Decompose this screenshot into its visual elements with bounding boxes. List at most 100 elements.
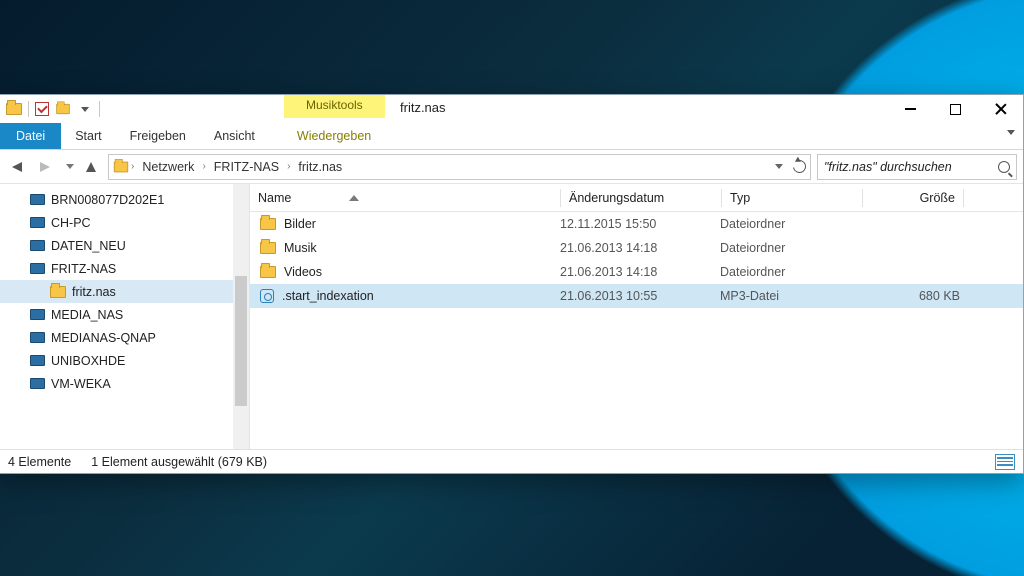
window-title: fritz.nas: [400, 100, 446, 115]
column-header-name-label: Name: [258, 191, 291, 205]
ribbon-tab-start[interactable]: Start: [61, 123, 115, 149]
tree-item[interactable]: MEDIANAS-QNAP: [0, 326, 249, 349]
status-selection-info: 1 Element ausgewählt (679 KB): [91, 455, 267, 469]
new-folder-icon[interactable]: [56, 104, 70, 114]
file-name: .start_indexation: [282, 289, 374, 303]
address-bar[interactable]: › Netzwerk › FRITZ-NAS › fritz.nas: [108, 154, 811, 180]
tree-item[interactable]: VM-WEKA: [0, 372, 249, 395]
navigation-pane[interactable]: BRN008077D202E1 CH-PC DATEN_NEU FRITZ-NAS fr…: [0, 184, 250, 449]
tree-item[interactable]: MEDIA_NAS: [0, 303, 249, 326]
history-dropdown-icon[interactable]: [66, 164, 74, 169]
breadcrumb[interactable]: fritz.nas: [292, 160, 348, 174]
navigation-bar: › Netzwerk › FRITZ-NAS › fritz.nas "frit…: [0, 150, 1023, 184]
sort-ascending-icon: [349, 195, 359, 201]
close-button[interactable]: [978, 95, 1023, 123]
chevron-right-icon[interactable]: ›: [287, 161, 290, 172]
ribbon: Datei Start Freigeben Ansicht Wiedergebe…: [0, 123, 1023, 150]
ribbon-tab-ansicht[interactable]: Ansicht: [200, 123, 269, 149]
tree-item[interactable]: fritz.nas: [0, 280, 249, 303]
refresh-icon[interactable]: [790, 157, 808, 175]
breadcrumb[interactable]: FRITZ-NAS: [208, 160, 285, 174]
window-controls: [888, 95, 1023, 123]
file-type: Dateiordner: [720, 241, 860, 255]
explorer-body: BRN008077D202E1 CH-PC DATEN_NEU FRITZ-NAS fr…: [0, 184, 1023, 449]
forward-button[interactable]: [34, 156, 56, 178]
file-date: 12.11.2015 15:50: [560, 217, 720, 231]
folder-icon: [260, 242, 276, 254]
explorer-window: Musiktools fritz.nas Datei Start Freigeb…: [0, 94, 1024, 474]
chevron-right-icon[interactable]: ›: [131, 161, 134, 172]
computer-icon: [30, 263, 45, 274]
file-row[interactable]: Musik 21.06.2013 14:18Dateiordner: [250, 236, 1023, 260]
column-header-name[interactable]: Name: [250, 191, 560, 205]
status-item-count: 4 Elemente: [8, 455, 71, 469]
properties-icon[interactable]: [35, 102, 49, 116]
column-headers: Name Änderungsdatum Typ Größe: [250, 184, 1023, 212]
folder-icon: [50, 286, 66, 298]
tree-item[interactable]: UNIBOXHDE: [0, 349, 249, 372]
title-bar[interactable]: Musiktools fritz.nas: [0, 95, 1023, 123]
search-box[interactable]: "fritz.nas" durchsuchen: [817, 154, 1017, 180]
address-history-icon[interactable]: [775, 164, 783, 169]
tree-item-label: MEDIA_NAS: [51, 308, 123, 322]
contextual-tab-group-label: Musiktools: [284, 95, 385, 118]
tree-item-label: DATEN_NEU: [51, 239, 126, 253]
tree-item[interactable]: DATEN_NEU: [0, 234, 249, 257]
chevron-right-icon[interactable]: ›: [202, 161, 205, 172]
computer-icon: [30, 332, 45, 343]
file-type: MP3-Datei: [720, 289, 860, 303]
qat-separator: [99, 101, 100, 117]
file-name: Bilder: [284, 217, 316, 231]
file-size: 680 KB: [860, 289, 960, 303]
folder-icon: [260, 218, 276, 230]
tree-item-label: MEDIANAS-QNAP: [51, 331, 156, 345]
column-header-type[interactable]: Typ: [722, 191, 862, 205]
ribbon-tab-wiedergeben[interactable]: Wiedergeben: [283, 123, 385, 149]
app-folder-icon: [6, 103, 22, 115]
details-view-button[interactable]: [995, 454, 1015, 470]
search-icon: [998, 161, 1010, 173]
folder-icon: [260, 266, 276, 278]
computer-icon: [30, 378, 45, 389]
file-name: Videos: [284, 265, 322, 279]
tree-item[interactable]: CH-PC: [0, 211, 249, 234]
tree-item[interactable]: BRN008077D202E1: [0, 188, 249, 211]
qat-dropdown-icon[interactable]: [81, 107, 89, 112]
minimize-button[interactable]: [888, 95, 933, 123]
file-date: 21.06.2013 14:18: [560, 265, 720, 279]
file-name: Musik: [284, 241, 317, 255]
tree-item-label: BRN008077D202E1: [51, 193, 164, 207]
navpane-scrollbar[interactable]: [233, 184, 249, 449]
ribbon-tab-file[interactable]: Datei: [0, 123, 61, 149]
location-folder-icon: [114, 161, 128, 172]
file-type: Dateiordner: [720, 265, 860, 279]
maximize-button[interactable]: [933, 95, 978, 123]
breadcrumb[interactable]: Netzwerk: [136, 160, 200, 174]
tree-item-label: VM-WEKA: [51, 377, 111, 391]
column-header-size[interactable]: Größe: [863, 191, 963, 205]
file-list: Name Änderungsdatum Typ Größe Bilder 12.1…: [250, 184, 1023, 449]
computer-icon: [30, 309, 45, 320]
file-row[interactable]: Bilder 12.11.2015 15:50Dateiordner: [250, 212, 1023, 236]
file-date: 21.06.2013 14:18: [560, 241, 720, 255]
file-row[interactable]: .start_indexation 21.06.2013 10:55MP3-Dat…: [250, 284, 1023, 308]
file-type: Dateiordner: [720, 217, 860, 231]
file-date: 21.06.2013 10:55: [560, 289, 720, 303]
search-placeholder: "fritz.nas" durchsuchen: [824, 160, 952, 174]
ribbon-collapse-icon[interactable]: [1007, 130, 1015, 135]
file-row[interactable]: Videos 21.06.2013 14:18Dateiordner: [250, 260, 1023, 284]
tree-item-label: FRITZ-NAS: [51, 262, 116, 276]
tree-item-label: UNIBOXHDE: [51, 354, 125, 368]
tree-item-label: fritz.nas: [72, 285, 116, 299]
column-header-date[interactable]: Änderungsdatum: [561, 191, 721, 205]
ribbon-tab-freigeben[interactable]: Freigeben: [116, 123, 200, 149]
qat-separator: [28, 101, 29, 117]
computer-icon: [30, 194, 45, 205]
back-button[interactable]: [6, 156, 28, 178]
computer-icon: [30, 355, 45, 366]
up-button[interactable]: [80, 156, 102, 178]
tree-item[interactable]: FRITZ-NAS: [0, 257, 249, 280]
computer-icon: [30, 240, 45, 251]
computer-icon: [30, 217, 45, 228]
status-bar: 4 Elemente 1 Element ausgewählt (679 KB): [0, 449, 1023, 473]
